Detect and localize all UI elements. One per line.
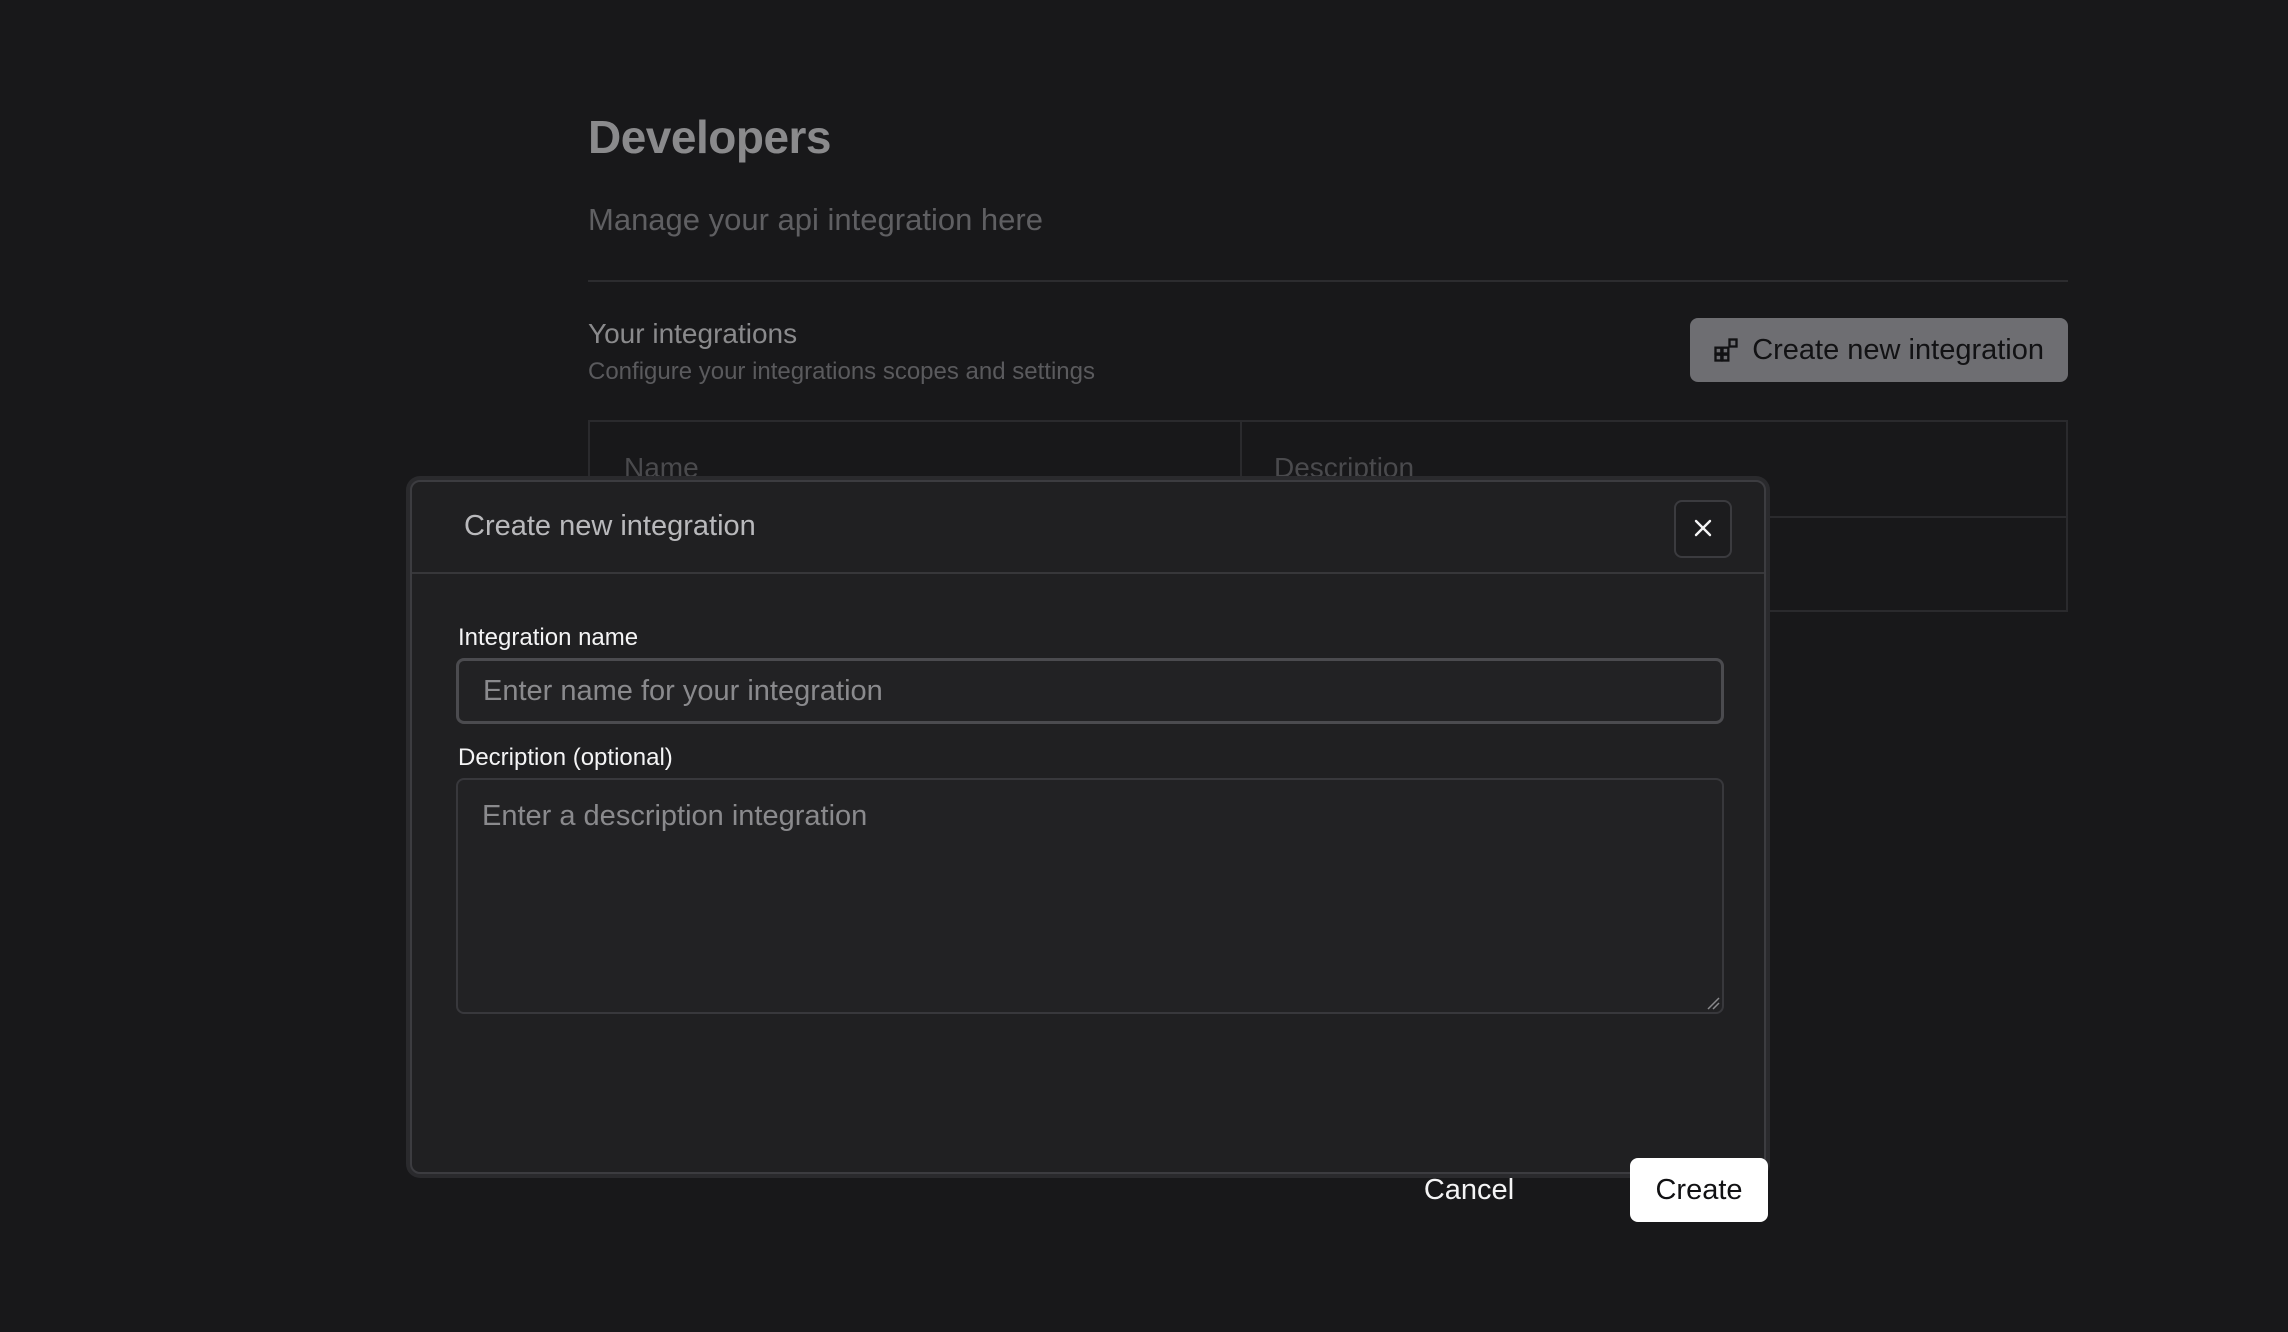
close-button[interactable] — [1674, 500, 1732, 558]
add-widget-icon — [1712, 336, 1740, 364]
create-button[interactable]: Create — [1630, 1158, 1768, 1222]
cancel-button[interactable]: Cancel — [1410, 1158, 1528, 1222]
integration-name-input[interactable] — [456, 658, 1724, 724]
create-new-integration-label: Create new integration — [1752, 333, 2044, 366]
page-title: Developers — [588, 111, 832, 163]
close-icon — [1691, 516, 1715, 543]
integrations-header: Your integrations Configure your integra… — [588, 318, 2068, 385]
description-label: Decription (optional) — [458, 744, 673, 771]
create-integration-modal: Create new integration Integration name … — [410, 480, 1768, 1222]
integration-name-label: Integration name — [458, 624, 639, 651]
modal-title: Create new integration — [464, 510, 756, 542]
page-subtitle: Manage your api integration here — [588, 202, 1043, 237]
page-divider — [588, 280, 2068, 282]
resize-handle-icon[interactable] — [1706, 996, 1720, 1010]
create-new-integration-button[interactable]: Create new integration — [1690, 318, 2068, 382]
description-textarea[interactable] — [456, 778, 1724, 1014]
modal-header: Create new integration — [412, 482, 1764, 574]
